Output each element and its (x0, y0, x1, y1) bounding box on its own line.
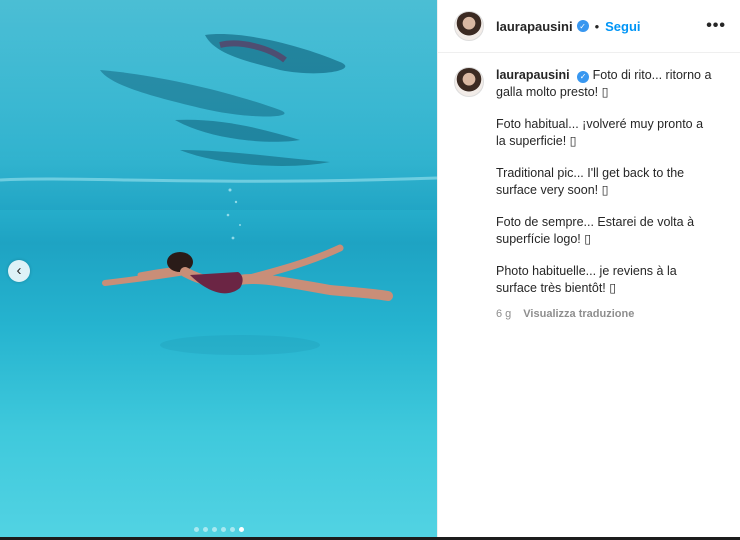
verified-badge-icon: ✓ (576, 20, 589, 32)
follow-button[interactable]: Segui (605, 19, 640, 34)
separator-dot: • (594, 18, 600, 34)
caption-username[interactable]: laurapausini (496, 68, 570, 82)
carousel-dot (220, 527, 226, 532)
carousel-dot (193, 527, 199, 532)
post: ‹ laurapausini ✓ • Segui ••• laurapausin… (0, 0, 740, 540)
caption-line-0: laurapausini ✓ Foto di rito... ritorno a… (496, 67, 716, 101)
caption-avatar[interactable] (454, 67, 484, 97)
translate-button[interactable]: Visualizza traduzione (523, 306, 634, 323)
post-header: laurapausini ✓ • Segui ••• (438, 0, 740, 53)
post-image[interactable]: ‹ (0, 0, 437, 540)
header-username[interactable]: laurapausini (496, 19, 573, 34)
carousel-dot (202, 527, 208, 532)
chevron-left-icon: ‹ (16, 261, 22, 279)
caption-meta: 6 g Visualizza traduzione (496, 306, 716, 323)
caption-line-4: Photo habituelle... je reviens à la surf… (496, 264, 677, 295)
carousel-dot (211, 527, 217, 532)
underwater-swimmer-illustration (0, 0, 437, 355)
swimmer-figure (102, 244, 393, 301)
post-side-panel: laurapausini ✓ • Segui ••• laurapausini … (437, 0, 740, 540)
carousel-prev-button[interactable]: ‹ (8, 260, 30, 282)
caption-line-3: Foto de sempre... Estarei de volta à sup… (496, 215, 695, 246)
carousel-dot (229, 527, 235, 532)
caption-line-2: Traditional pic... I'll get back to the … (496, 166, 685, 197)
caption-body: laurapausini ✓ Foto di rito... ritorno a… (496, 67, 716, 323)
caption-line-1: Foto habitual... ¡volveré muy pronto a l… (496, 117, 704, 148)
caption: laurapausini ✓ Foto di rito... ritorno a… (438, 53, 740, 323)
more-options-icon[interactable]: ••• (706, 17, 726, 35)
avatar[interactable] (454, 11, 484, 41)
verified-badge-icon: ✓ (577, 70, 590, 83)
post-time: 6 g (496, 308, 512, 320)
carousel-dots (0, 527, 437, 532)
carousel-dot (238, 527, 244, 532)
